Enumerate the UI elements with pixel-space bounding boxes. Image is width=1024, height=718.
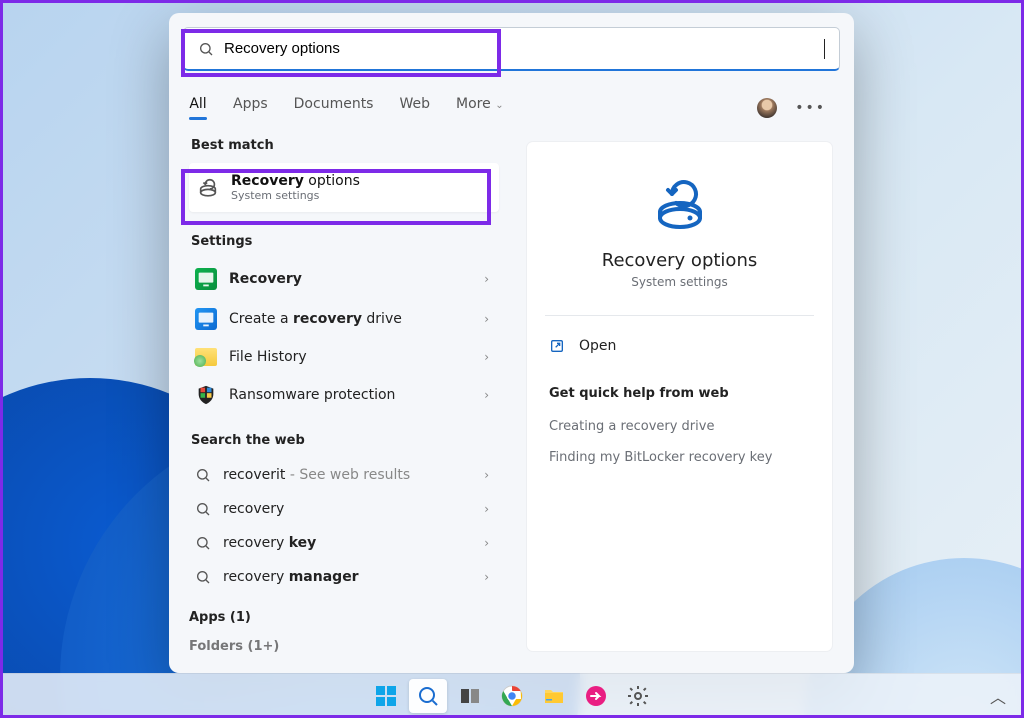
recovery-large-icon — [648, 172, 712, 236]
help-link-0[interactable]: Creating a recovery drive — [549, 419, 810, 434]
chevron-right-icon: › — [484, 350, 489, 364]
open-button[interactable]: Open — [549, 334, 810, 358]
settings-result-label: Recovery — [229, 271, 302, 287]
chevron-right-icon: › — [484, 272, 489, 286]
section-web: Search the web — [191, 433, 499, 448]
search-icon — [195, 501, 211, 517]
tab-documents[interactable]: Documents — [294, 96, 374, 120]
chevron-down-icon: ⌄ — [495, 100, 503, 111]
open-icon — [549, 338, 565, 354]
app-pink-button[interactable] — [577, 679, 615, 713]
file-explorer-button[interactable] — [535, 679, 573, 713]
start-button[interactable] — [367, 679, 405, 713]
settings-result-3[interactable]: Ransomware protection › — [189, 375, 499, 415]
help-link-1[interactable]: Finding my BitLocker recovery key — [549, 450, 810, 465]
search-bar[interactable] — [183, 27, 840, 71]
web-result-3[interactable]: recovery manager › — [189, 560, 499, 594]
tab-all[interactable]: All — [189, 96, 207, 120]
tray-chevron-up-icon[interactable]: ︿ — [990, 684, 1006, 708]
taskbar: ︿ — [0, 673, 1024, 718]
preview-pane: Recovery options System settings Open Ge… — [527, 142, 832, 651]
open-label: Open — [579, 338, 616, 354]
search-taskbar-button[interactable] — [409, 679, 447, 713]
search-icon — [195, 569, 211, 585]
divider — [545, 315, 814, 316]
section-best-match: Best match — [191, 138, 499, 153]
chrome-button[interactable] — [493, 679, 531, 713]
more-options-button[interactable]: ••• — [795, 100, 826, 116]
section-settings: Settings — [191, 234, 499, 249]
web-result-label: recovery manager — [223, 569, 359, 585]
chevron-right-icon: › — [484, 502, 489, 516]
tab-more[interactable]: More ⌄ — [456, 96, 504, 120]
section-folders[interactable]: Folders (1+) — [189, 639, 499, 654]
preview-subtitle: System settings — [631, 275, 727, 289]
settings-result-label: Create a recovery drive — [229, 311, 402, 327]
web-result-1[interactable]: recovery › — [189, 492, 499, 526]
search-icon — [195, 467, 211, 483]
search-icon — [198, 41, 214, 57]
settings-result-0[interactable]: Recovery › — [189, 259, 499, 299]
task-view-button[interactable] — [451, 679, 489, 713]
preview-title: Recovery options — [602, 250, 757, 271]
chevron-right-icon: › — [484, 536, 489, 550]
best-match-subtitle: System settings — [231, 189, 360, 202]
recovery-icon — [197, 177, 219, 199]
tab-apps[interactable]: Apps — [233, 96, 268, 120]
web-result-label: recoverit - See web results — [223, 467, 410, 483]
tab-web[interactable]: Web — [399, 96, 430, 120]
best-match-title: Recovery options — [231, 173, 360, 189]
result-best-match[interactable]: Recovery options System settings — [189, 163, 499, 212]
settings-result-label: File History — [229, 349, 307, 365]
help-section-title: Get quick help from web — [549, 386, 810, 401]
settings-result-1[interactable]: Create a recovery drive › — [189, 299, 499, 339]
search-icon — [195, 535, 211, 551]
text-cursor — [824, 39, 825, 59]
search-input[interactable] — [224, 40, 814, 57]
web-result-0[interactable]: recoverit - See web results › — [189, 458, 499, 492]
start-search-window: All Apps Documents Web More ⌄ ••• Best m… — [169, 13, 854, 673]
chevron-right-icon: › — [484, 570, 489, 584]
chevron-right-icon: › — [484, 468, 489, 482]
chevron-right-icon: › — [484, 388, 489, 402]
settings-result-2[interactable]: File History › — [189, 339, 499, 375]
settings-result-label: Ransomware protection — [229, 387, 395, 403]
user-avatar[interactable] — [757, 98, 777, 118]
settings-button[interactable] — [619, 679, 657, 713]
web-result-2[interactable]: recovery key › — [189, 526, 499, 560]
web-result-label: recovery — [223, 501, 284, 517]
section-apps[interactable]: Apps (1) — [189, 610, 499, 625]
chevron-right-icon: › — [484, 312, 489, 326]
web-result-label: recovery key — [223, 535, 316, 551]
